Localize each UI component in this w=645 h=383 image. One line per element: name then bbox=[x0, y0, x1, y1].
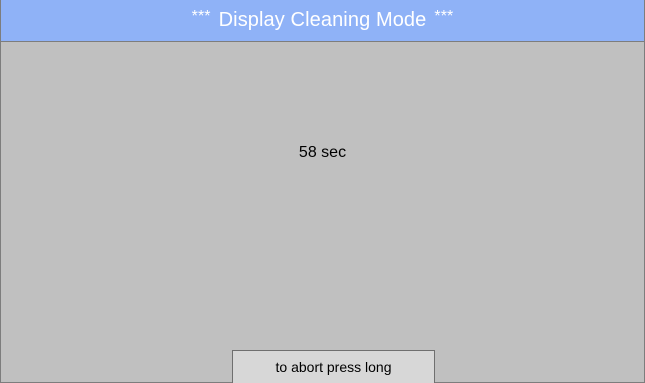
abort-button[interactable]: to abort press long bbox=[232, 350, 435, 383]
title-stars-left: *** bbox=[191, 7, 211, 25]
page-title: Display Cleaning Mode bbox=[218, 9, 427, 31]
abort-button-label: to abort press long bbox=[275, 359, 392, 375]
device-screen: *** Display Cleaning Mode *** 58 sec to … bbox=[0, 0, 645, 383]
title-stars-right: *** bbox=[434, 7, 454, 25]
countdown-timer: 58 sec bbox=[298, 144, 347, 161]
title-bar: *** Display Cleaning Mode *** bbox=[1, 0, 644, 42]
